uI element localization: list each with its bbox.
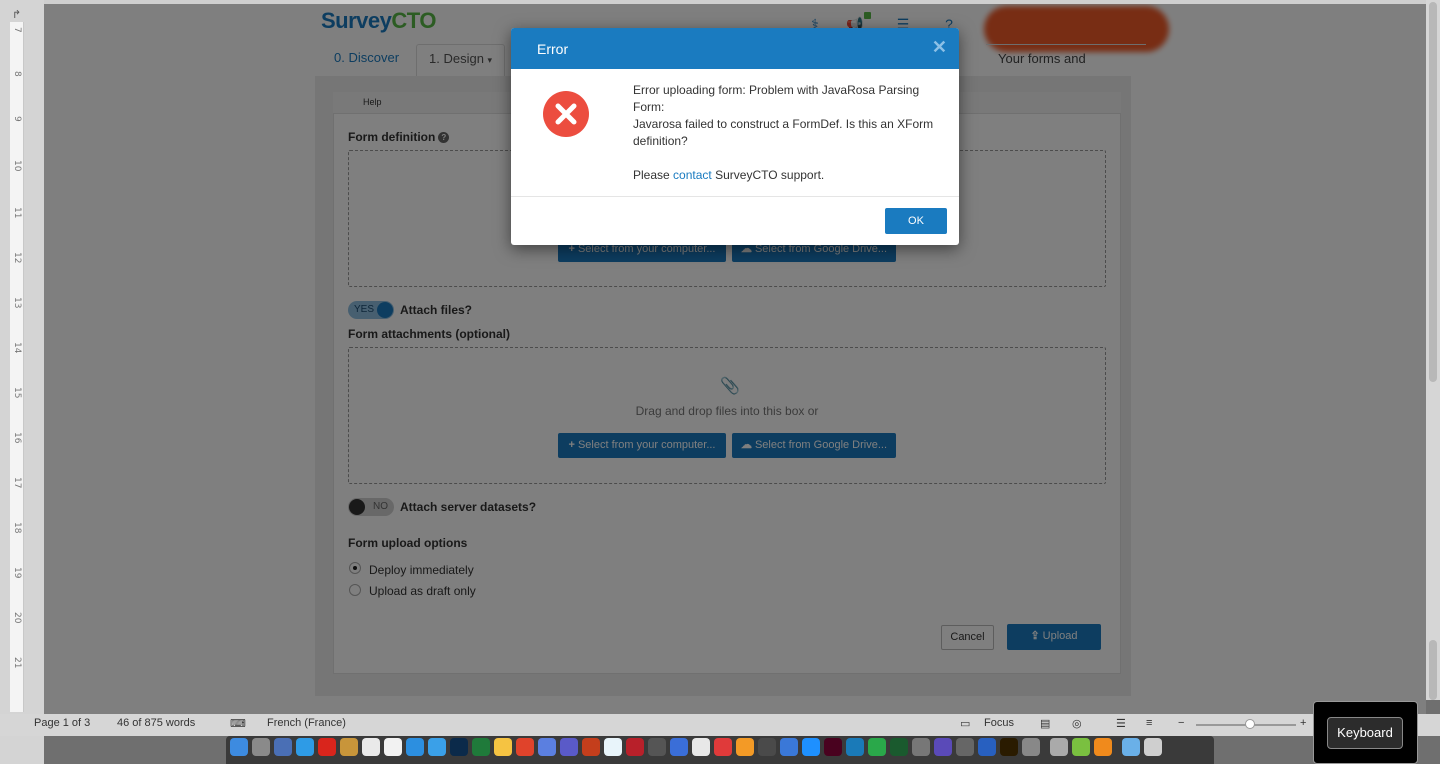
outline-icon[interactable]: ☰ xyxy=(1116,717,1126,730)
printer-icon[interactable] xyxy=(1050,738,1068,756)
illustrator-icon[interactable] xyxy=(1000,738,1018,756)
language[interactable]: French (France) xyxy=(267,717,346,729)
textedit-icon[interactable] xyxy=(362,738,380,756)
safari-icon[interactable] xyxy=(296,738,314,756)
dialog-title: Error xyxy=(537,41,569,57)
photos-icon[interactable] xyxy=(494,738,512,756)
dialog-header: Error ✕ xyxy=(511,28,959,69)
stats-app-icon[interactable] xyxy=(934,738,952,756)
launchpad-icon[interactable] xyxy=(252,738,270,756)
dialog-divider xyxy=(511,196,959,197)
zoom-out-icon[interactable]: − xyxy=(1178,717,1184,729)
photoshop-icon[interactable] xyxy=(450,738,468,756)
vertical-scrollbar[interactable] xyxy=(1426,0,1440,700)
support-rest: SurveyCTO support. xyxy=(715,168,825,182)
teams-icon[interactable] xyxy=(560,738,578,756)
snowflake-icon[interactable] xyxy=(604,738,622,756)
ruler-mark: 13 xyxy=(12,297,22,309)
system-prefs-icon[interactable] xyxy=(956,738,974,756)
error-message: Error uploading form: Problem with JavaR… xyxy=(633,82,945,184)
terminal-icon[interactable] xyxy=(648,738,666,756)
error-dialog: Error ✕ Error uploading form: Problem wi… xyxy=(511,28,959,245)
word-count[interactable]: 46 of 875 words xyxy=(117,717,195,729)
books-icon[interactable] xyxy=(736,738,754,756)
macos-dock xyxy=(226,736,1214,764)
brave-icon[interactable] xyxy=(516,738,534,756)
web-layout-icon[interactable]: ◎ xyxy=(1072,717,1082,730)
error-icon xyxy=(543,91,589,137)
ruler-mark: 16 xyxy=(12,432,22,444)
excel-icon[interactable] xyxy=(472,738,490,756)
siri-icon[interactable] xyxy=(274,738,292,756)
downloads-folder-icon[interactable] xyxy=(1122,738,1140,756)
word-statusbar: Page 1 of 3 46 of 875 words ⌨ French (Fr… xyxy=(0,714,1440,736)
ruler-mark: 18 xyxy=(12,522,22,534)
app-store-icon[interactable] xyxy=(802,738,820,756)
page-count[interactable]: Page 1 of 3 xyxy=(34,717,90,729)
finder-icon[interactable] xyxy=(230,738,248,756)
messages-icon[interactable] xyxy=(538,738,556,756)
ruler-mark: 14 xyxy=(12,342,22,354)
support-line: Please contact SurveyCTO support. xyxy=(633,167,945,184)
powerpoint-icon[interactable] xyxy=(582,738,600,756)
error-line-1: Error uploading form: Problem with JavaR… xyxy=(633,83,920,114)
xlstat-icon[interactable] xyxy=(890,738,908,756)
keyboard-button[interactable]: Keyboard xyxy=(1327,717,1403,749)
ruler-mark: 9 xyxy=(12,116,22,122)
zoom-in-icon[interactable]: + xyxy=(1300,717,1306,729)
ruler-mark: 17 xyxy=(12,477,22,489)
filezilla-icon[interactable] xyxy=(626,738,644,756)
ok-button[interactable]: OK xyxy=(885,208,947,234)
chrome-icon[interactable] xyxy=(868,738,886,756)
ruler-mark: 15 xyxy=(12,387,22,399)
word-icon[interactable] xyxy=(670,738,688,756)
notes-app-icon[interactable] xyxy=(340,738,358,756)
trash-icon[interactable] xyxy=(1144,738,1162,756)
ruler-mark: 12 xyxy=(12,252,22,264)
calligra-icon[interactable] xyxy=(780,738,798,756)
support-please: Please xyxy=(633,168,670,182)
word-doc-icon[interactable] xyxy=(978,738,996,756)
indesign-icon[interactable] xyxy=(824,738,842,756)
draft-icon[interactable]: ≡ xyxy=(1146,717,1152,729)
preview-icon[interactable] xyxy=(428,738,446,756)
proofing-icon[interactable]: ⌨ xyxy=(230,717,246,730)
zoom-slider-handle[interactable] xyxy=(1245,719,1255,729)
disk-utility-icon[interactable] xyxy=(1022,738,1040,756)
error-line-2: Javarosa failed to construct a FormDef. … xyxy=(633,117,934,148)
remote-desktop-icon[interactable] xyxy=(846,738,864,756)
scrollbar-thumb[interactable] xyxy=(1429,2,1437,382)
contact-link[interactable]: contact xyxy=(673,168,712,182)
close-icon[interactable]: ✕ xyxy=(932,37,947,57)
focus-label[interactable]: Focus xyxy=(984,717,1014,729)
ruler-mark: 7 xyxy=(12,27,22,33)
focus-icon[interactable]: ▭ xyxy=(960,717,970,730)
itunes-icon[interactable] xyxy=(692,738,710,756)
ruler-mark: 10 xyxy=(12,160,22,172)
scrollbar-thumb-lower[interactable] xyxy=(1429,640,1437,700)
opera-icon[interactable] xyxy=(318,738,336,756)
globe-icon[interactable] xyxy=(406,738,424,756)
vlc-icon[interactable] xyxy=(1094,738,1112,756)
print-layout-icon[interactable]: ▤ xyxy=(1040,717,1050,730)
ruler-mark: 11 xyxy=(12,207,22,219)
ruler-mark: 21 xyxy=(12,657,22,669)
grid-app-icon[interactable] xyxy=(758,738,776,756)
qgis-icon[interactable] xyxy=(714,738,732,756)
ruler-mark: 20 xyxy=(12,612,22,624)
ruler-corner-icon: ↱ xyxy=(12,9,22,21)
calendar-icon[interactable] xyxy=(384,738,402,756)
ruler-mark: 8 xyxy=(12,71,22,77)
ruler-mark: 19 xyxy=(12,567,22,579)
vertical-ruler: ↱ 7 8 9 10 11 12 13 14 15 16 17 18 19 20… xyxy=(0,0,44,764)
settings-icon[interactable] xyxy=(912,738,930,756)
android-tool-icon[interactable] xyxy=(1072,738,1090,756)
